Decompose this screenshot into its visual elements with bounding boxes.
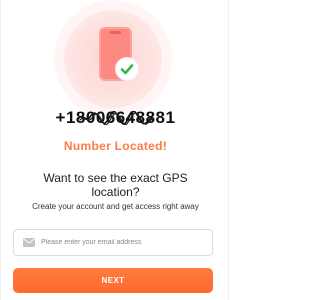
status-text: Number Located! xyxy=(63,139,168,153)
next-button[interactable]: NEXT xyxy=(13,268,213,293)
email-input[interactable] xyxy=(41,230,209,255)
subheadline: Create your account and get access right… xyxy=(32,202,199,211)
envelope-icon xyxy=(23,238,35,247)
checkmark-icon xyxy=(116,58,138,80)
email-field-container xyxy=(13,229,213,256)
redaction-scribble xyxy=(78,111,154,125)
headline: Want to see the exact GPS location? xyxy=(43,171,188,199)
phone-notch xyxy=(110,31,121,34)
location-card: +18006648881 Number Located! Want to see… xyxy=(0,0,229,300)
